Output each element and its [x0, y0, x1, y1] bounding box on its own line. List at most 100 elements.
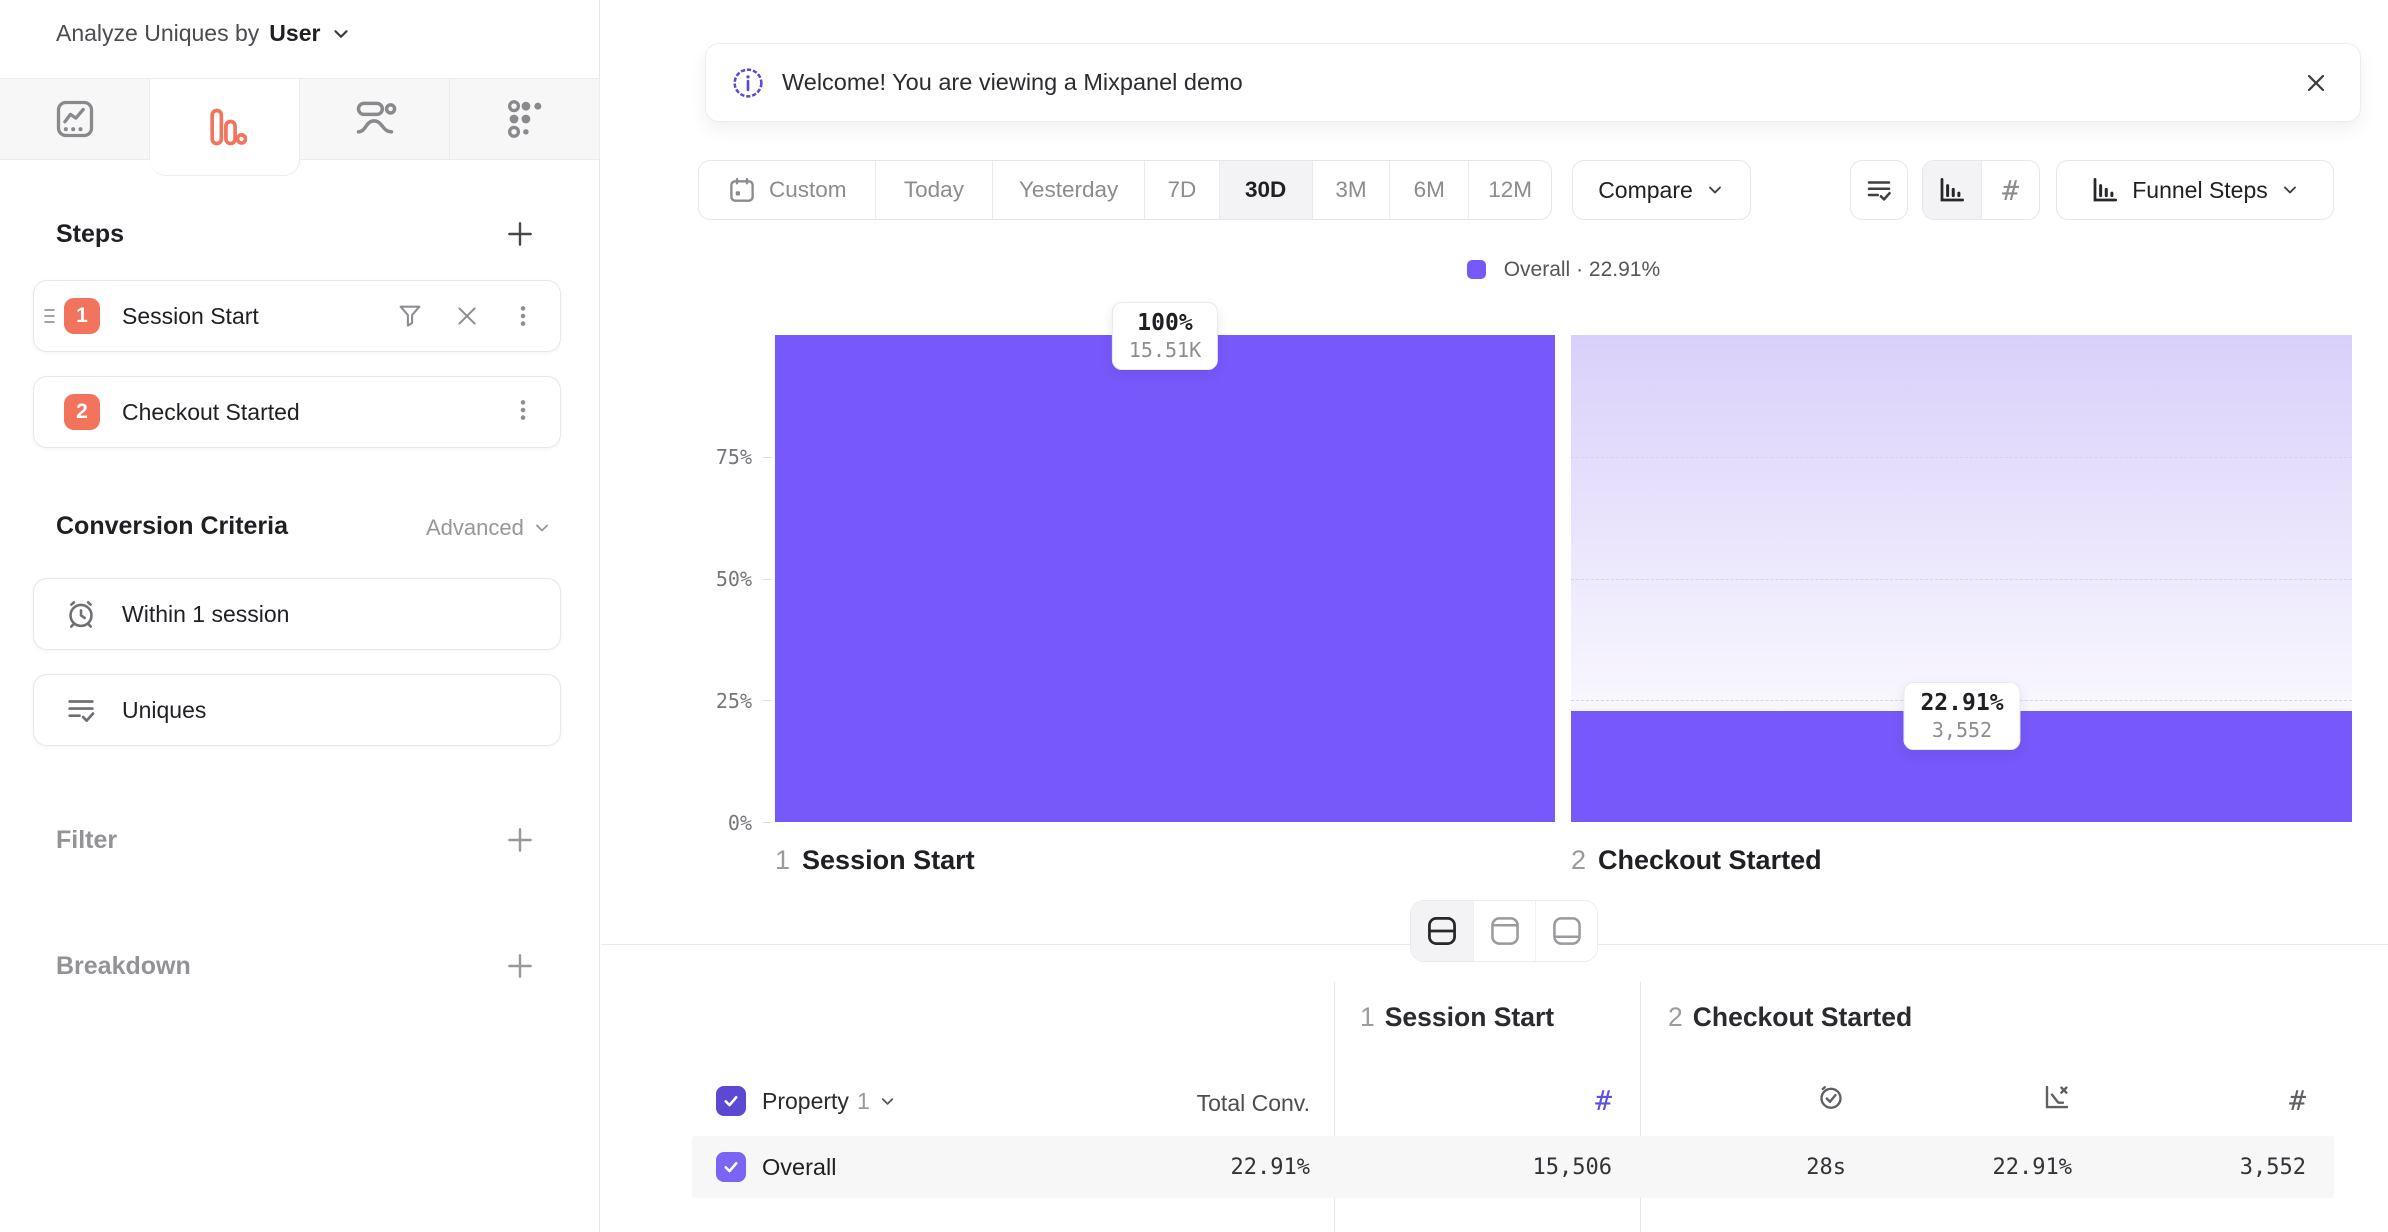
date-range-custom[interactable]: Custom — [699, 161, 875, 219]
step-label[interactable]: Checkout Started — [122, 399, 300, 426]
filter-heading: Filter — [56, 826, 117, 855]
tab-flows[interactable] — [300, 78, 450, 160]
close-icon[interactable] — [2302, 69, 2330, 97]
row-checkbox[interactable] — [716, 1152, 746, 1182]
layout-table-focus-button[interactable] — [1535, 901, 1597, 961]
row-step1-uniques: 15,506 — [1430, 1155, 1612, 1180]
plus-icon — [504, 950, 536, 982]
step-index-badge: 2 — [64, 394, 100, 430]
advanced-toggle[interactable]: Advanced — [426, 515, 552, 541]
avg-time-icon — [1816, 1082, 1846, 1112]
date-range-6m[interactable]: 6M — [1389, 161, 1468, 219]
drag-handle-icon[interactable] — [42, 303, 58, 329]
conversion-criteria-heading: Conversion Criteria — [56, 512, 288, 540]
insights-chart-icon — [53, 97, 97, 141]
conv-rate-column-icon[interactable] — [1926, 1082, 2072, 1117]
step-index-badge: 1 — [64, 298, 100, 334]
counting-method-card[interactable]: Uniques — [33, 674, 561, 746]
bar-chart-toggle[interactable] — [1923, 161, 1981, 219]
tab-funnels[interactable] — [150, 78, 300, 176]
metrics-list-button[interactable] — [1850, 160, 1908, 220]
legend-swatch — [1467, 260, 1486, 279]
conversion-window-label: Within 1 session — [122, 601, 289, 628]
add-filter-button[interactable] — [500, 820, 540, 860]
analyze-uniques-row[interactable]: Analyze Uniques by User — [56, 20, 352, 47]
tab-insights[interactable] — [0, 78, 150, 160]
view-selector-button[interactable]: Funnel Steps — [2056, 160, 2334, 220]
compare-button[interactable]: Compare — [1572, 160, 1751, 220]
report-type-tabs — [0, 78, 600, 160]
kebab-menu-icon[interactable] — [510, 303, 536, 329]
row-step2-conv-rate: 22.91% — [1926, 1155, 2072, 1180]
date-range-30d[interactable]: 30D — [1219, 161, 1312, 219]
split-bottom-icon — [1551, 915, 1583, 947]
date-range-12m[interactable]: 12M — [1468, 161, 1551, 219]
chevron-down-icon — [1705, 180, 1725, 200]
y-axis-tick: 75% — [652, 445, 752, 469]
retention-grid-icon — [503, 97, 547, 141]
gridline-50 — [1571, 579, 2352, 580]
plus-icon — [504, 824, 536, 856]
row-step2-uniques: 3,552 — [2160, 1155, 2306, 1180]
breakdown-heading: Breakdown — [56, 952, 191, 981]
legend-separator: · — [1576, 258, 1583, 281]
y-axis-tickmark — [763, 457, 771, 458]
split-top-icon — [1489, 915, 1521, 947]
mixpanel-funnel-report: Analyze Uniques by User — [0, 0, 2388, 1232]
analyze-value[interactable]: User — [269, 20, 320, 47]
date-range-yesterday[interactable]: Yesterday — [992, 161, 1144, 219]
add-step-button[interactable] — [500, 214, 540, 254]
alarm-clock-icon — [64, 597, 98, 631]
funnel-steps-icon — [2090, 175, 2120, 205]
counting-method-label: Uniques — [122, 697, 206, 724]
y-axis-tick: 25% — [652, 689, 752, 713]
conversion-rate-icon — [2042, 1082, 2072, 1112]
conversion-window-card[interactable]: Within 1 session — [33, 578, 561, 650]
gridline-75 — [1571, 457, 2352, 458]
bar-value-label-2: 22.91% 3,552 — [1903, 682, 2020, 750]
bar-value-label-1: 100% 15.51K — [1112, 302, 1218, 370]
hash-count-column-icon[interactable]: # — [1500, 1084, 1612, 1117]
list-check-icon — [64, 693, 98, 727]
date-range-today[interactable]: Today — [875, 161, 993, 219]
filter-step-icon[interactable] — [396, 302, 424, 330]
y-axis-tickmark — [763, 822, 771, 823]
remove-step-icon[interactable] — [454, 303, 480, 329]
y-axis-tickmark — [763, 579, 771, 580]
row-label: Overall — [762, 1154, 836, 1181]
view-selector-label: Funnel Steps — [2132, 177, 2268, 204]
select-all-checkbox[interactable] — [716, 1086, 746, 1116]
value-display-toggle: # — [1922, 160, 2040, 220]
info-icon — [732, 67, 764, 99]
legend-value: 22.91% — [1589, 258, 1660, 281]
step-label[interactable]: Session Start — [122, 303, 259, 330]
property-selector[interactable]: Property 1 — [762, 1088, 897, 1115]
layout-split-button[interactable] — [1411, 901, 1473, 961]
chevron-down-icon — [330, 23, 352, 45]
avg-time-column-icon[interactable] — [1700, 1082, 1846, 1117]
query-builder-sidebar: Analyze Uniques by User — [0, 0, 600, 1232]
layout-chart-focus-button[interactable] — [1473, 901, 1535, 961]
add-breakdown-button[interactable] — [500, 946, 540, 986]
date-range-3m[interactable]: 3M — [1312, 161, 1390, 219]
total-conv-header[interactable]: Total Conv. — [1100, 1090, 1310, 1117]
demo-banner: Welcome! You are viewing a Mixpanel demo — [705, 43, 2361, 122]
chart-legend[interactable]: Overall · 22.91% — [775, 258, 2352, 282]
tab-retention[interactable] — [450, 78, 600, 160]
check-icon — [722, 1092, 740, 1110]
check-icon — [722, 1158, 740, 1176]
step-row-2[interactable]: 2 Checkout Started — [33, 376, 561, 448]
row-total-conv: 22.91% — [1100, 1155, 1310, 1180]
flows-icon — [353, 97, 397, 141]
date-range-7d[interactable]: 7D — [1144, 161, 1219, 219]
list-check-icon — [1864, 175, 1894, 205]
split-even-icon — [1426, 915, 1458, 947]
number-toggle[interactable]: # — [1981, 161, 2039, 219]
step-row-1[interactable]: 1 Session Start — [33, 280, 561, 352]
funnel-bar-step-1[interactable] — [775, 335, 1555, 822]
funnel-bars-icon — [203, 105, 247, 149]
hash-count-column-icon[interactable]: # — [2160, 1084, 2306, 1117]
bar-chart-icon — [1937, 175, 1967, 205]
kebab-menu-icon[interactable] — [510, 397, 536, 423]
row-step2-avg-time: 28s — [1700, 1155, 1846, 1180]
